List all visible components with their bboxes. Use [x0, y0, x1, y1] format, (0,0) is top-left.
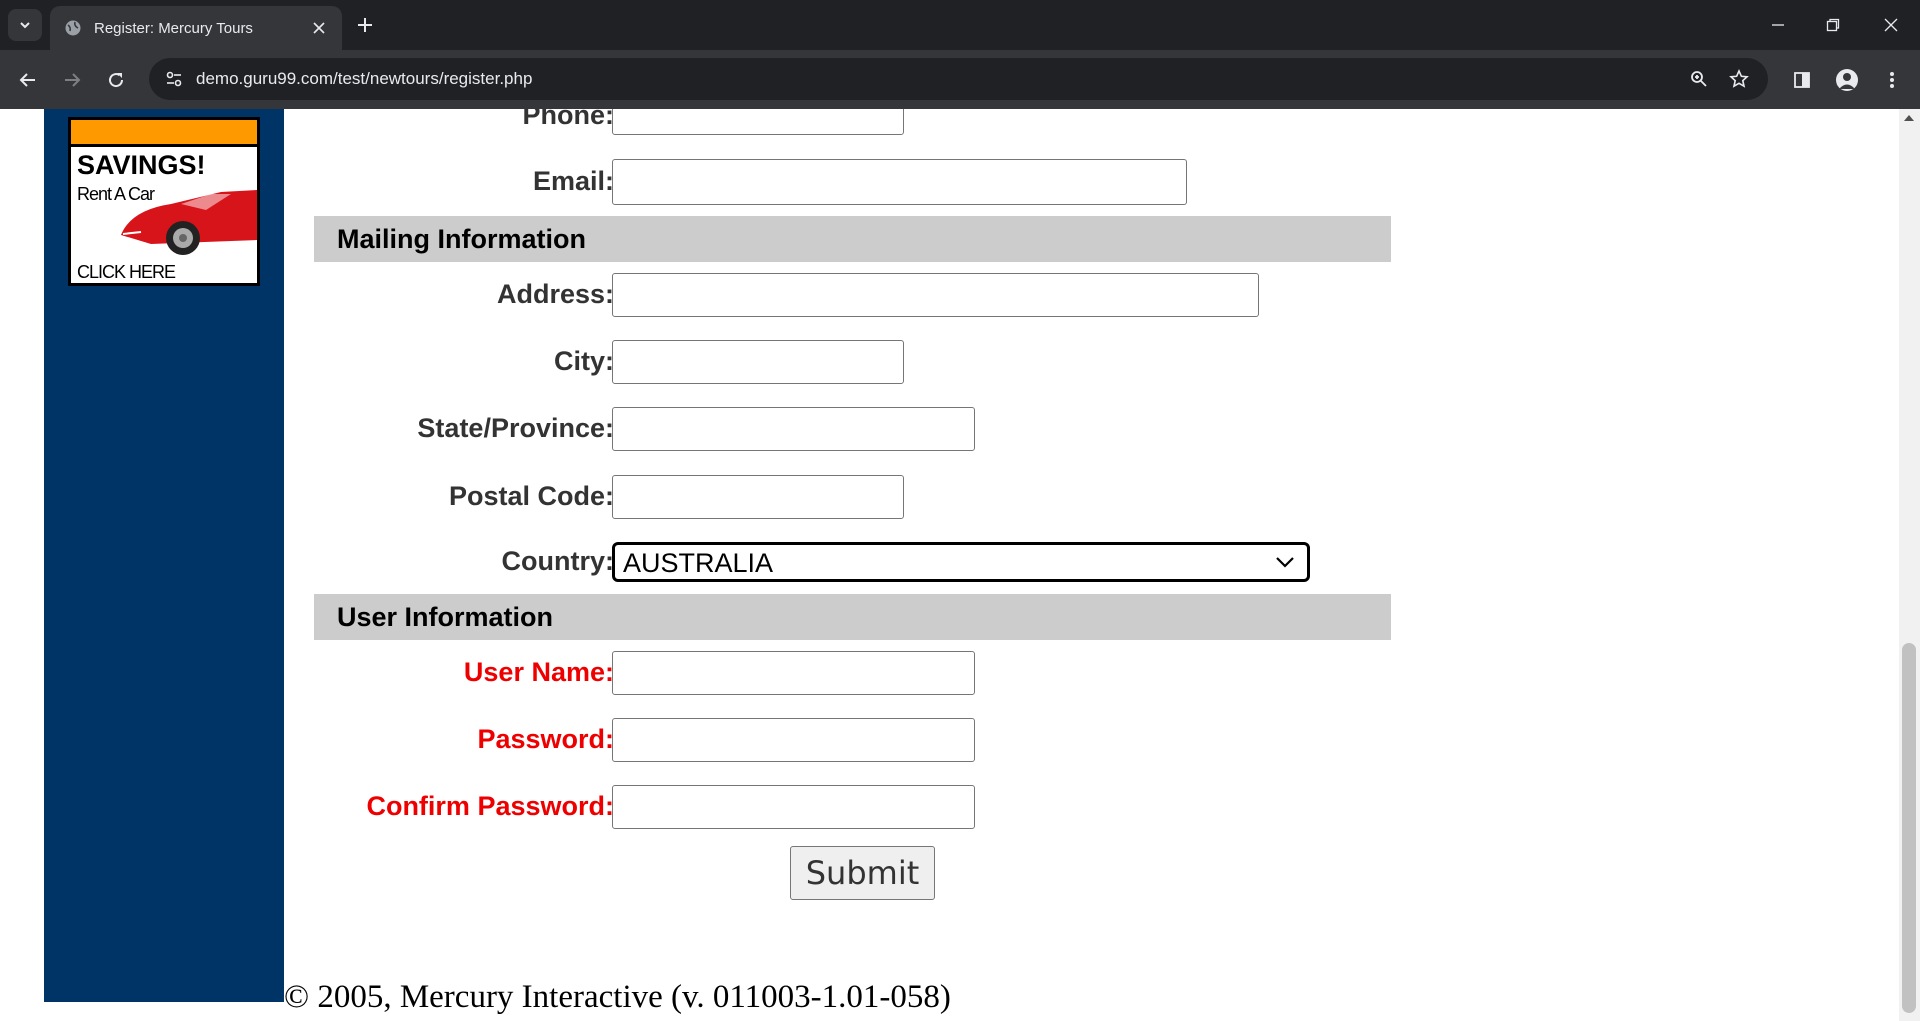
restore-button[interactable] — [1813, 8, 1853, 42]
side-panel-button[interactable] — [1785, 63, 1819, 97]
address-row: Address: — [314, 273, 1391, 317]
forward-button[interactable] — [55, 63, 89, 97]
ad-banner-bar — [71, 120, 257, 147]
email-row: Email: — [314, 159, 1391, 205]
postal-input[interactable] — [612, 475, 904, 519]
confirm-password-row: Confirm Password: — [314, 785, 1391, 829]
chevron-down-icon — [1276, 557, 1294, 568]
country-select[interactable]: AUSTRALIA — [612, 542, 1310, 582]
browser-tab[interactable]: Register: Mercury Tours — [50, 6, 342, 50]
state-row: State/Province: — [314, 407, 1391, 451]
back-button[interactable] — [11, 63, 45, 97]
scrollbar-thumb[interactable] — [1902, 643, 1916, 1013]
forward-arrow-icon — [65, 73, 81, 87]
state-label: State/Province: — [417, 413, 614, 443]
zoom-icon[interactable] — [1684, 64, 1714, 94]
password-row: Password: — [314, 718, 1391, 762]
menu-button[interactable] — [1875, 63, 1909, 97]
confirm-password-input[interactable] — [612, 785, 975, 829]
city-input[interactable] — [612, 340, 904, 384]
minimize-icon — [1772, 24, 1784, 26]
bookmark-star-icon[interactable] — [1724, 64, 1754, 94]
username-input[interactable] — [612, 651, 975, 695]
restore-icon — [1826, 18, 1840, 32]
mailing-section-title: Mailing Information — [337, 224, 586, 254]
back-arrow-icon — [19, 73, 35, 87]
ad-cta: CLICK HERE — [77, 262, 176, 282]
phone-row: Phone: — [314, 109, 1391, 143]
address-bar[interactable]: demo.guru99.com/test/newtours/register.p… — [149, 58, 1768, 100]
side-panel-icon — [1794, 72, 1810, 88]
tab-title: Register: Mercury Tours — [94, 19, 253, 37]
password-label: Password: — [477, 724, 614, 754]
email-label: Email: — [532, 166, 614, 196]
country-selected-value: AUSTRALIA — [623, 548, 774, 578]
address-input[interactable] — [612, 273, 1259, 317]
url-text: demo.guru99.com/test/newtours/register.p… — [196, 69, 533, 88]
avatar — [1836, 69, 1858, 91]
city-label: City: — [554, 346, 614, 376]
page-content: SAVINGS! Rent A Car CLICK HERE Phone: Em… — [0, 109, 1920, 1021]
reload-icon — [109, 73, 124, 88]
password-input[interactable] — [612, 718, 975, 762]
chevron-down-icon — [20, 22, 30, 29]
scroll-up-arrow-icon[interactable] — [1904, 115, 1914, 121]
tab-strip: Register: Mercury Tours — [0, 0, 1920, 50]
close-window-button[interactable] — [1871, 8, 1911, 42]
vertical-scrollbar[interactable] — [1899, 109, 1920, 1021]
profile-button[interactable] — [1830, 63, 1864, 97]
country-label: Country: — [501, 546, 614, 576]
reload-button[interactable] — [99, 63, 133, 97]
username-label: User Name: — [463, 657, 614, 687]
footer-copyright: © 2005, Mercury Interactive (v. 011003-1… — [284, 979, 951, 1015]
postal-row: Postal Code: — [314, 475, 1391, 519]
postal-label: Postal Code: — [448, 481, 614, 511]
globe-icon — [64, 19, 82, 37]
state-input[interactable] — [612, 407, 975, 451]
tab-search-button[interactable] — [8, 9, 42, 41]
submit-button[interactable]: Submit — [790, 846, 935, 900]
user-section-title: User Information — [337, 602, 554, 632]
username-row: User Name: — [314, 651, 1391, 695]
rent-a-car-ad[interactable]: SAVINGS! Rent A Car CLICK HERE — [68, 117, 260, 286]
close-icon — [1884, 18, 1898, 32]
browser-toolbar: demo.guru99.com/test/newtours/register.p… — [0, 50, 1920, 109]
plus-icon — [358, 18, 372, 32]
more-vert-icon — [1890, 72, 1894, 88]
phone-label: Phone: — [522, 109, 615, 130]
minimize-button[interactable] — [1758, 8, 1798, 42]
city-row: City: — [314, 340, 1391, 384]
close-tab-icon[interactable] — [308, 17, 330, 39]
user-section-header: User Information — [314, 594, 1391, 640]
mailing-section-header: Mailing Information — [314, 216, 1391, 262]
phone-input[interactable] — [612, 109, 904, 135]
address-label: Address: — [496, 279, 614, 309]
site-info-icon[interactable] — [159, 64, 189, 94]
email-input[interactable] — [612, 159, 1187, 205]
car-image — [121, 190, 257, 255]
new-tab-button[interactable] — [352, 12, 378, 38]
ad-headline: SAVINGS! — [77, 150, 206, 180]
confirm-password-label: Confirm Password: — [366, 791, 614, 821]
